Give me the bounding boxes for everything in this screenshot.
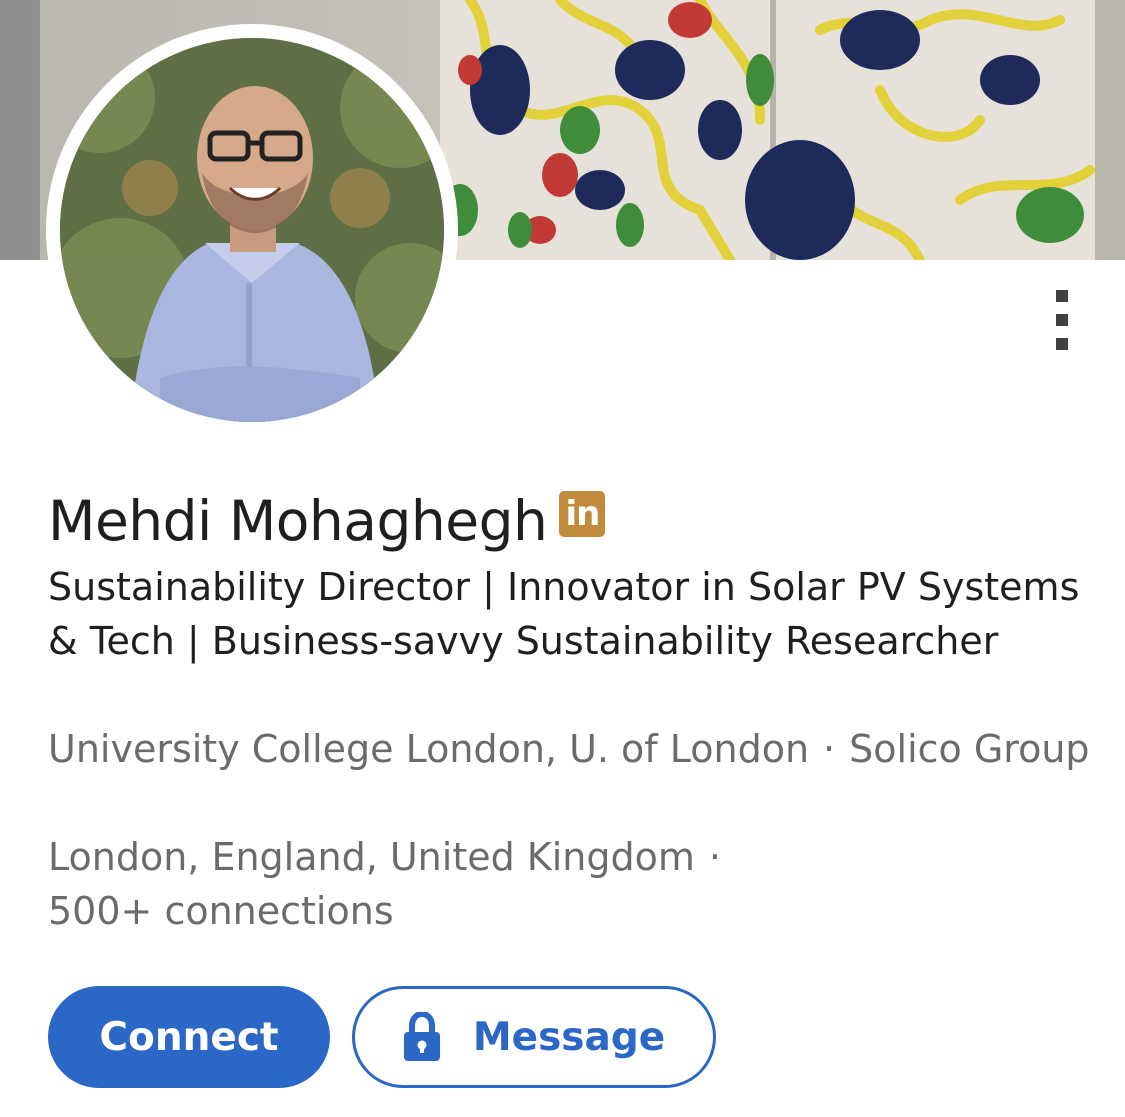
profile-headline: Sustainability Director | Innovator in S… xyxy=(48,565,1080,663)
profile-location-connections: London, England, United Kingdom · 500+ co… xyxy=(48,830,1098,938)
linkedin-premium-icon: in xyxy=(559,491,606,537)
vertical-ellipsis-icon xyxy=(1056,338,1068,350)
connect-button[interactable]: Connect xyxy=(48,986,330,1088)
avatar-photo xyxy=(60,38,444,422)
education-link[interactable]: University College London, U. of London xyxy=(48,727,809,771)
profile-page: Mehdi Mohaghegh in Sustainability Direct… xyxy=(0,0,1125,1117)
company-link[interactable]: Solico Group xyxy=(849,727,1089,771)
name-row: Mehdi Mohaghegh in xyxy=(48,486,606,556)
lock-icon xyxy=(403,1012,440,1061)
separator-dot: · xyxy=(708,835,721,879)
separator-dot: · xyxy=(823,727,836,771)
message-button[interactable]: Message xyxy=(352,986,716,1088)
vertical-ellipsis-icon xyxy=(1056,314,1068,326)
profile-location: London, England, United Kingdom xyxy=(48,835,695,879)
profile-name: Mehdi Mohaghegh xyxy=(48,489,548,553)
profile-organizations: University College London, U. of London ·… xyxy=(48,722,1098,776)
avatar[interactable] xyxy=(60,38,444,422)
vertical-ellipsis-icon xyxy=(1056,290,1068,302)
message-button-label: Message xyxy=(472,1014,666,1060)
connect-button-label: Connect xyxy=(99,1014,279,1060)
connections-count[interactable]: 500+ connections xyxy=(48,889,394,933)
more-options-button[interactable] xyxy=(1040,282,1084,358)
